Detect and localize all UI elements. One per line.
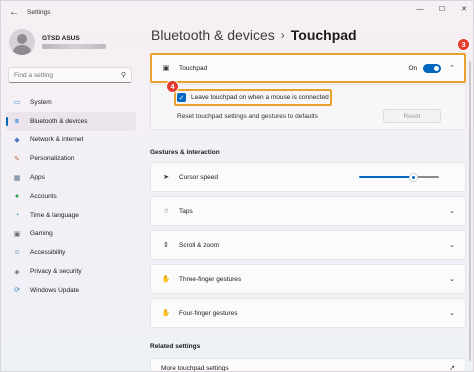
profile-text: GTSD ASUS	[42, 35, 106, 49]
gesture-label: Four-finger gestures	[179, 309, 238, 317]
slider-thumb[interactable]	[408, 172, 418, 182]
leave-on-label: Leave touchpad on when a mouse is connec…	[191, 94, 329, 101]
touchpad-icon: ▣	[162, 65, 170, 72]
chevron-down-icon[interactable]: ⌄	[449, 275, 455, 283]
network-icon: ◆	[14, 136, 20, 144]
gamepad-icon: ▣	[13, 230, 21, 238]
chevron-down-icon[interactable]: ⌄	[449, 309, 455, 317]
user-profile[interactable]: GTSD ASUS	[9, 29, 106, 55]
sidebar-item-label: Network & internet	[30, 136, 84, 144]
gestures-section-title: Gestures & interaction	[150, 149, 220, 156]
touchpad-label: Touchpad	[179, 64, 208, 72]
sidebar-item-label: Bluetooth & devices	[30, 117, 88, 125]
page-title: Touchpad	[290, 27, 357, 43]
sidebar-item[interactable]: ✎ Personalization	[6, 149, 136, 168]
apps-icon: ▦	[13, 174, 21, 182]
more-touchpad-settings-card[interactable]: More touchpad settings ↗	[150, 358, 466, 372]
sidebar-item-label: Apps	[30, 174, 45, 182]
reset-button[interactable]: Reset	[383, 109, 441, 123]
sidebar-item[interactable]: ◆ Network & internet	[6, 131, 136, 150]
gesture-card-three-finger[interactable]: ✋ Three-finger gestures ⌄	[150, 264, 466, 294]
gesture-card-four-finger[interactable]: ✋ Four-finger gestures ⌄	[150, 298, 466, 328]
maximize-button[interactable]: ☐	[431, 1, 453, 17]
gesture-label: Three-finger gestures	[179, 275, 242, 283]
breadcrumb-separator: ›	[280, 28, 285, 42]
leave-on-option[interactable]: ✓ Leave touchpad on when a mouse is conn…	[177, 91, 329, 104]
gesture-card-scroll-zoom[interactable]: ⇕ Scroll & zoom ⌄	[150, 230, 466, 260]
update-icon: ⟳	[14, 287, 20, 295]
breadcrumb: Bluetooth & devices › Touchpad	[151, 27, 357, 43]
sidebar-item[interactable]: ⟳ Windows Update	[6, 281, 136, 300]
sidebar-item[interactable]: ◔ Time & language	[6, 206, 136, 225]
more-touchpad-settings-label: More touchpad settings	[161, 364, 229, 372]
annotation-badge-3: 3	[457, 38, 470, 51]
slider-fill	[359, 176, 414, 178]
scroll-zoom-icon: ⇕	[163, 242, 169, 249]
gesture-card-taps[interactable]: ☝ Taps ⌄	[150, 196, 466, 226]
external-link-icon: ↗	[449, 365, 455, 372]
sidebar-item-label: Personalization	[30, 155, 75, 163]
cursor-icon: ➤	[163, 174, 169, 181]
annotation-badge-4: 4	[166, 80, 179, 93]
app-title: Settings	[27, 8, 51, 16]
window-controls: — ☐ ✕	[409, 1, 473, 17]
shield-icon: ◈	[14, 268, 20, 276]
three-finger-icon: ✋	[161, 276, 171, 283]
touchpad-card[interactable]: ▣ Touchpad On ⌃	[150, 53, 466, 83]
four-finger-icon: ✋	[161, 310, 171, 317]
sidebar-item[interactable]: ◈ Privacy & security	[6, 262, 136, 281]
accessibility-icon: ☺	[13, 249, 21, 257]
sidebar-item[interactable]: ● Accounts	[6, 187, 136, 206]
breadcrumb-parent[interactable]: Bluetooth & devices	[151, 27, 275, 43]
sidebar-item-label: System	[30, 98, 52, 106]
back-arrow-icon[interactable]: ←	[5, 3, 23, 21]
sidebar-item-label: Time & language	[30, 211, 79, 219]
person-icon: ●	[14, 192, 20, 200]
close-button[interactable]: ✕	[453, 1, 473, 17]
cursor-speed-card: ➤ Cursor speed	[150, 162, 466, 192]
settings-window: ← Settings — ☐ ✕ GTSD ASUS ⚲ ▭ System ʙ Blu…	[0, 0, 474, 372]
sidebar-item[interactable]: ☺ Accessibility	[6, 243, 136, 262]
sidebar-item[interactable]: ▭ System	[6, 93, 136, 112]
profile-email-redacted	[42, 44, 106, 49]
profile-name: GTSD ASUS	[42, 35, 80, 42]
touchpad-expanded-panel: ✓ Leave touchpad on when a mouse is conn…	[150, 84, 466, 130]
sidebar-item-label: Accessibility	[30, 249, 66, 257]
search-icon[interactable]: ⚲	[121, 71, 126, 79]
sidebar-item-label: Privacy & security	[30, 268, 82, 276]
chevron-down-icon[interactable]: ⌄	[449, 241, 455, 249]
touchpad-toggle[interactable]	[423, 63, 442, 73]
gesture-label: Scroll & zoom	[179, 241, 220, 249]
sidebar-item-label: Windows Update	[30, 286, 80, 294]
chevron-up-icon[interactable]: ⌃	[449, 64, 455, 72]
cursor-speed-label: Cursor speed	[179, 173, 219, 181]
tap-icon: ☝	[163, 208, 169, 215]
chevron-down-icon[interactable]: ⌄	[449, 207, 455, 215]
monitor-icon: ▭	[13, 99, 21, 107]
scrollbar[interactable]	[469, 61, 471, 361]
search-input[interactable]	[14, 71, 121, 79]
sidebar-item[interactable]: ʙ Bluetooth & devices	[6, 111, 136, 131]
reset-label: Reset touchpad settings and gestures to …	[177, 113, 318, 120]
sidebar-item[interactable]: ▦ Apps	[6, 168, 136, 187]
sidebar-item-label: Gaming	[30, 230, 53, 238]
avatar	[9, 29, 35, 55]
nav-search-box[interactable]: ⚲	[8, 67, 132, 83]
sidebar-nav: ▭ System ʙ Bluetooth & devices ◆ Network & in…	[6, 93, 136, 300]
brush-icon: ✎	[14, 155, 20, 163]
cursor-speed-slider[interactable]	[359, 172, 439, 182]
title-bar: ← Settings — ☐ ✕	[1, 1, 473, 23]
bluetooth-icon: ʙ	[15, 117, 19, 125]
sidebar-item-label: Accounts	[30, 192, 57, 200]
toggle-state-label: On	[408, 64, 418, 72]
related-section-title: Related settings	[150, 343, 201, 350]
leave-on-checkbox[interactable]: ✓	[177, 93, 186, 102]
minimize-button[interactable]: —	[409, 1, 431, 17]
gesture-label: Taps	[179, 207, 193, 215]
globe-clock-icon: ◔	[14, 211, 20, 219]
sidebar-item[interactable]: ▣ Gaming	[6, 225, 136, 244]
